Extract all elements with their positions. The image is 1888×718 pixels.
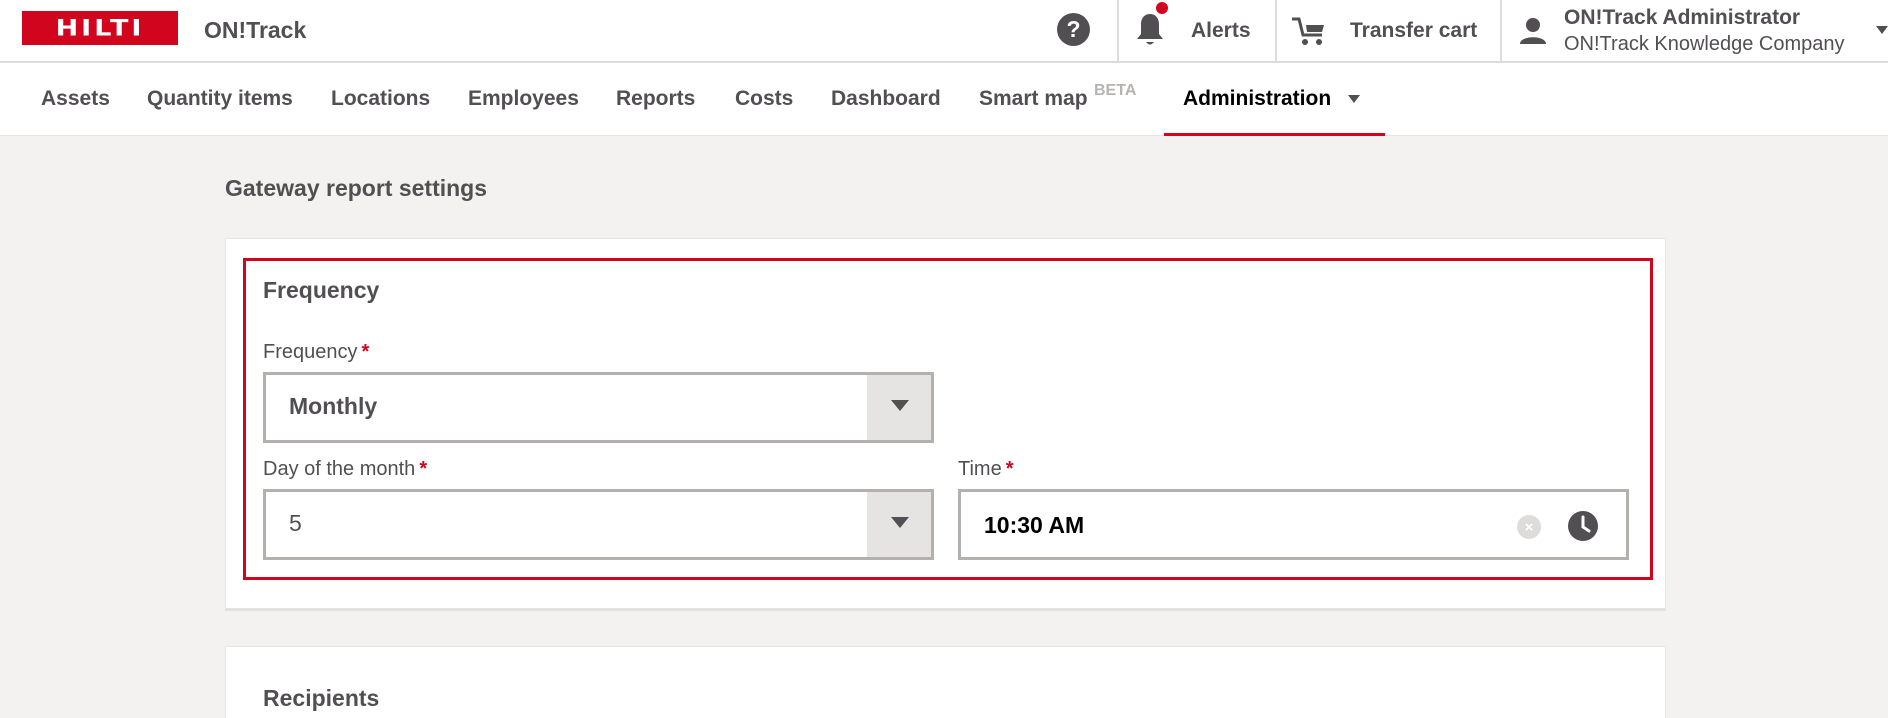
required-marker: * — [361, 341, 370, 363]
chevron-down-icon[interactable] — [1348, 95, 1360, 103]
day-label-text: Day of the month — [263, 458, 416, 480]
frequency-section-title: Frequency — [263, 277, 380, 303]
day-of-month-value: 5 — [289, 510, 302, 536]
frequency-select[interactable]: Monthly — [263, 372, 934, 443]
header-divider — [1500, 0, 1502, 63]
day-of-month-select[interactable]: 5 — [263, 489, 934, 560]
recipients-card — [225, 646, 1666, 718]
nav-item-quantity-items[interactable]: Quantity items — [147, 87, 293, 111]
frequency-dropdown-button[interactable] — [867, 375, 931, 440]
logo-text: HILTI — [55, 15, 145, 41]
header-divider — [1117, 0, 1119, 63]
app-name: ON!Track — [204, 17, 307, 43]
nav-item-assets[interactable]: Assets — [41, 87, 110, 111]
recipients-section-title: Recipients — [263, 685, 380, 711]
user-name[interactable]: ON!Track Administrator — [1564, 6, 1800, 30]
nav-item-dashboard[interactable]: Dashboard — [831, 87, 941, 111]
bell-icon[interactable] — [1134, 12, 1166, 48]
clock-icon[interactable] — [1567, 510, 1599, 542]
nav-item-costs[interactable]: Costs — [735, 87, 793, 111]
user-icon[interactable] — [1518, 16, 1548, 46]
clear-icon[interactable]: × — [1517, 515, 1541, 539]
user-company: ON!Track Knowledge Company — [1564, 33, 1845, 55]
help-icon[interactable]: ? — [1057, 13, 1090, 46]
time-field-label: Time * — [958, 458, 1014, 481]
hilti-logo[interactable]: HILTI — [22, 11, 178, 45]
chevron-down-icon — [891, 400, 909, 411]
nav-item-reports[interactable]: Reports — [616, 87, 695, 111]
active-tab-indicator — [1164, 133, 1385, 136]
day-of-month-field-label: Day of the month * — [263, 458, 427, 481]
nav-item-locations[interactable]: Locations — [331, 87, 430, 111]
nav-item-smart-map[interactable]: Smart map — [979, 87, 1088, 111]
chevron-down-icon[interactable] — [1876, 26, 1888, 34]
top-header: HILTI ON!Track ? Alerts Transfer cart ON… — [0, 0, 1888, 63]
header-divider — [1275, 0, 1277, 63]
nav-item-administration[interactable]: Administration — [1183, 87, 1331, 111]
main-nav: Assets Quantity items Locations Employee… — [0, 63, 1888, 136]
frequency-field-label: Frequency * — [263, 341, 369, 364]
alert-dot — [1156, 2, 1168, 14]
time-value: 10:30 AM — [984, 512, 1085, 538]
frequency-value: Monthly — [289, 393, 378, 419]
nav-item-employees[interactable]: Employees — [468, 87, 579, 111]
alerts-label[interactable]: Alerts — [1191, 19, 1251, 43]
required-marker: * — [419, 458, 428, 480]
time-input[interactable]: 10:30 AM × — [958, 489, 1629, 560]
frequency-label-text: Frequency — [263, 341, 358, 363]
transfer-cart-label[interactable]: Transfer cart — [1350, 19, 1477, 43]
beta-badge: BETA — [1094, 82, 1137, 99]
time-label-text: Time — [958, 458, 1002, 480]
page-title: Gateway report settings — [225, 175, 488, 201]
required-marker: * — [1005, 458, 1014, 480]
day-dropdown-button[interactable] — [867, 492, 931, 557]
chevron-down-icon — [891, 517, 909, 528]
cart-icon[interactable] — [1290, 15, 1328, 47]
